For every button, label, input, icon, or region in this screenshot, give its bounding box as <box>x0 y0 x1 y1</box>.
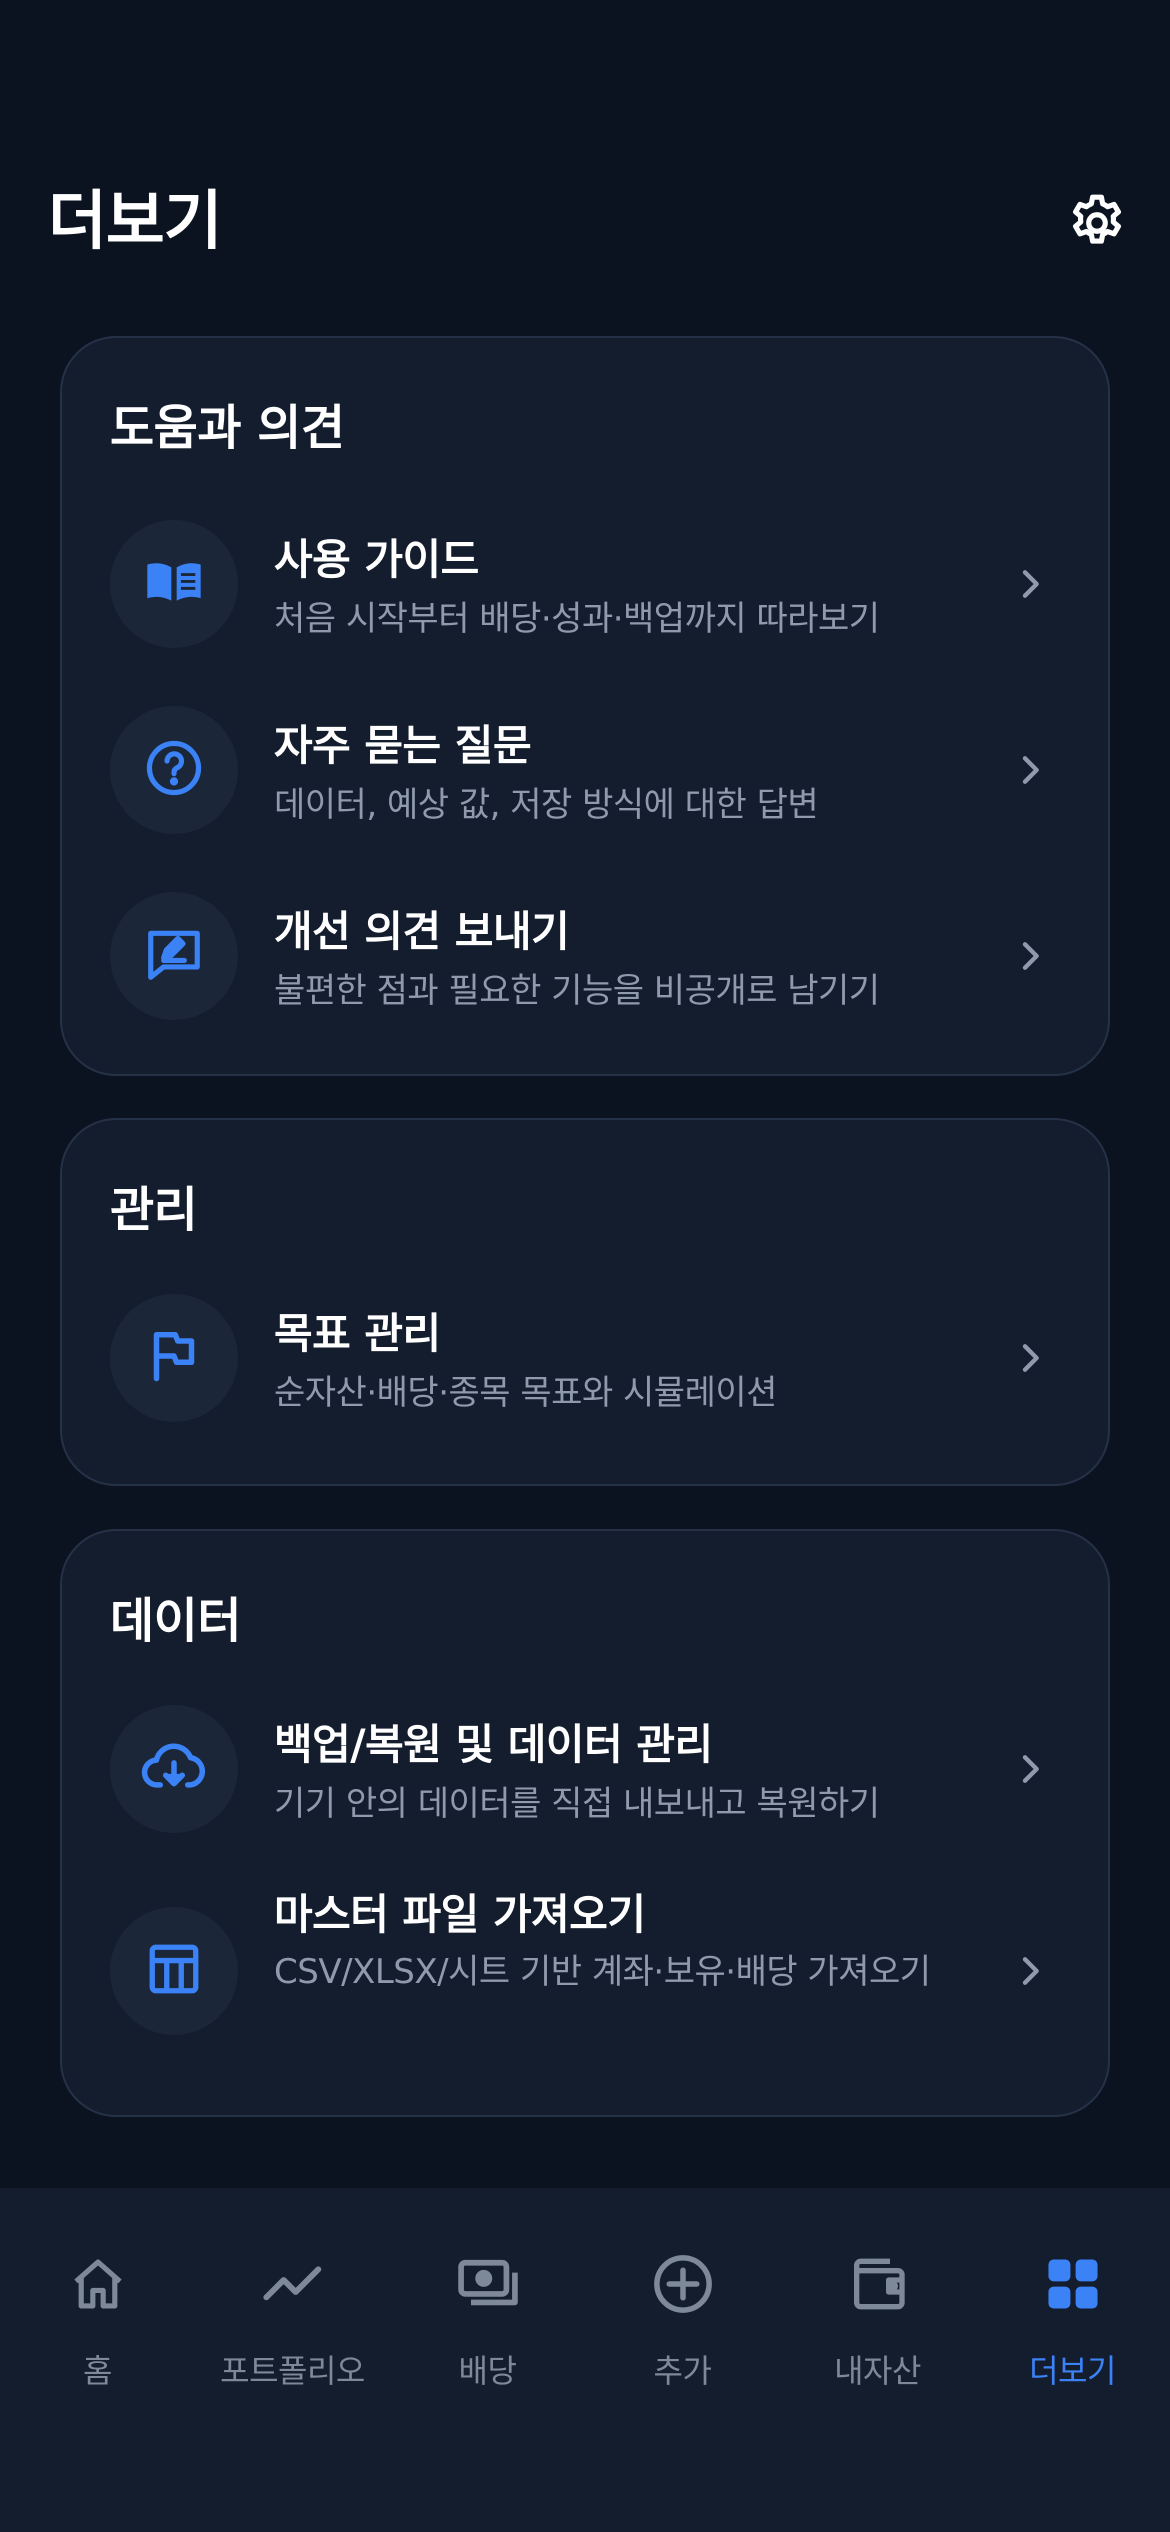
menu-item-subtitle: 순자산·배당·종목 목표와 시뮬레이션 <box>274 1373 777 1413</box>
section-management: 관리 목표 관리 순자산·배당·종목 목표와 시뮬레이션 <box>60 1118 1110 1486</box>
flag-icon <box>144 1326 204 1390</box>
header: 더보기 <box>0 0 1170 330</box>
menu-item-title: 마스터 파일 가져오기 <box>274 1890 646 1939</box>
section-help-feedback: 도움과 의견 사용 가이드 처음 시작부터 배당·성과·백업까지 따라보기 자주… <box>60 336 1110 1076</box>
home-icon <box>58 2244 138 2324</box>
chevron-right-icon <box>1002 556 1058 612</box>
settings-button[interactable] <box>1062 190 1132 260</box>
tab-label: 추가 <box>653 2352 712 2390</box>
menu-item-backup-restore[interactable]: 백업/복원 및 데이터 관리 기기 안의 데이터를 직접 내보내고 복원하기 <box>62 1685 1108 1855</box>
menu-item-title: 개선 의견 보내기 <box>274 907 570 956</box>
icon-badge <box>110 520 238 648</box>
tab-my-assets[interactable]: 내자산 <box>780 2188 975 2418</box>
tab-home[interactable]: 홈 <box>0 2188 195 2418</box>
menu-item-subtitle: 불편한 점과 필요한 기능을 비공개로 남기기 <box>274 971 880 1011</box>
section-title: 관리 <box>110 1182 198 1238</box>
icon-badge <box>110 892 238 1020</box>
section-data: 데이터 백업/복원 및 데이터 관리 기기 안의 데이터를 직접 내보내고 복원… <box>60 1529 1110 2117</box>
menu-item-subtitle: CSV/XLSX/시트 기반 계좌·보유·배당 가져오기 <box>274 1952 931 1992</box>
section-title: 도움과 의견 <box>110 400 345 456</box>
menu-item-user-guide[interactable]: 사용 가이드 처음 시작부터 배당·성과·백업까지 따라보기 <box>62 500 1108 670</box>
grid-icon <box>1033 2244 1113 2324</box>
icon-badge <box>110 1294 238 1422</box>
menu-item-import-master-file[interactable]: 마스터 파일 가져오기 CSV/XLSX/시트 기반 계좌·보유·배당 가져오기 <box>62 1863 1108 2083</box>
bottom-tab-bar: 홈 포트폴리오 배당 추가 내자산 더보기 <box>0 2188 1170 2532</box>
tab-add[interactable]: 추가 <box>585 2188 780 2418</box>
section-title: 데이터 <box>110 1593 241 1649</box>
plus-circle-icon <box>643 2244 723 2324</box>
menu-item-title: 사용 가이드 <box>274 535 479 584</box>
chevron-right-icon <box>1002 742 1058 798</box>
menu-item-title: 백업/복원 및 데이터 관리 <box>274 1720 713 1769</box>
chevron-right-icon <box>1002 928 1058 984</box>
more-screen: 더보기 도움과 의견 사용 가이드 처음 시작부터 배당·성과·백업까지 따라보… <box>0 0 1170 2532</box>
question-circle-icon <box>143 737 205 803</box>
tab-label: 내자산 <box>834 2352 921 2390</box>
chevron-right-icon <box>1002 1330 1058 1386</box>
tab-dividend[interactable]: 배당 <box>390 2188 585 2418</box>
trend-line-icon <box>253 2244 333 2324</box>
tab-label: 더보기 <box>1029 2352 1116 2390</box>
menu-item-subtitle: 데이터, 예상 값, 저장 방식에 대한 답변 <box>274 785 819 825</box>
tab-label: 배당 <box>458 2352 517 2390</box>
cash-icon <box>448 2244 528 2324</box>
feedback-edit-icon <box>143 923 205 989</box>
book-icon <box>142 550 206 618</box>
icon-badge <box>110 1705 238 1833</box>
menu-item-send-feedback[interactable]: 개선 의견 보내기 불편한 점과 필요한 기능을 비공개로 남기기 <box>62 872 1108 1042</box>
cloud-download-icon <box>141 1734 207 1804</box>
wallet-icon <box>838 2244 918 2324</box>
tab-label: 홈 <box>83 2352 112 2390</box>
chevron-right-icon <box>1002 1741 1058 1797</box>
menu-item-goal-management[interactable]: 목표 관리 순자산·배당·종목 목표와 시뮬레이션 <box>62 1274 1108 1444</box>
chevron-right-icon <box>1002 1943 1058 1999</box>
icon-badge <box>110 1907 238 2035</box>
menu-item-subtitle: 기기 안의 데이터를 직접 내보내고 복원하기 <box>274 1784 880 1824</box>
icon-badge <box>110 706 238 834</box>
menu-item-title: 자주 묻는 질문 <box>274 721 532 770</box>
menu-item-subtitle: 처음 시작부터 배당·성과·백업까지 따라보기 <box>274 599 880 639</box>
table-icon <box>145 1940 203 2002</box>
tab-more[interactable]: 더보기 <box>975 2188 1170 2418</box>
menu-item-title: 목표 관리 <box>274 1309 441 1358</box>
tab-portfolio[interactable]: 포트폴리오 <box>195 2188 390 2418</box>
page-title: 더보기 <box>48 185 223 259</box>
gear-icon <box>1066 192 1128 258</box>
tab-label: 포트폴리오 <box>220 2352 365 2390</box>
menu-item-faq[interactable]: 자주 묻는 질문 데이터, 예상 값, 저장 방식에 대한 답변 <box>62 686 1108 856</box>
